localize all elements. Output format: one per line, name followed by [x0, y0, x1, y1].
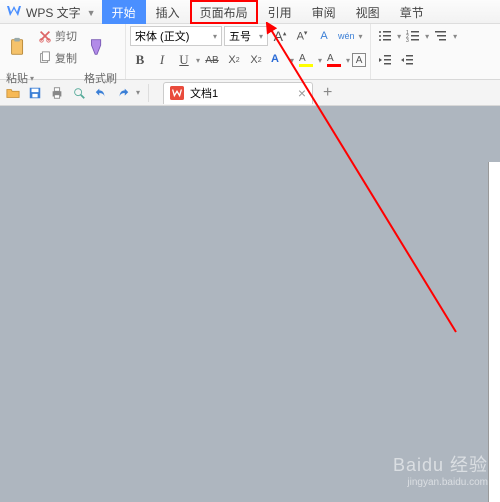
bullets-button[interactable]: [375, 26, 395, 46]
tab-sections[interactable]: 章节: [390, 0, 434, 24]
highlight-color-button[interactable]: A: [296, 50, 316, 70]
open-file-icon[interactable]: [4, 84, 22, 102]
quick-access-toolbar: ▾ 文档1 × +: [0, 80, 500, 106]
char-border-button[interactable]: A: [352, 53, 366, 67]
numbering-button[interactable]: 123: [403, 26, 423, 46]
grow-font-button[interactable]: A▴: [270, 26, 290, 46]
cut-label: 剪切: [55, 28, 77, 44]
wps-doc-icon: [170, 86, 184, 100]
page-edge: [488, 162, 500, 502]
document-tab[interactable]: 文档1 ×: [163, 82, 313, 104]
clear-formatting-button[interactable]: A: [314, 26, 334, 46]
strikethrough-button[interactable]: AB: [202, 50, 222, 70]
decrease-indent-button[interactable]: [375, 50, 395, 70]
phonetic-guide-button[interactable]: wén: [336, 26, 357, 46]
paste-button[interactable]: [4, 29, 32, 65]
format-painter-button[interactable]: [83, 29, 111, 65]
ribbon-group-font: 宋体 (正文)▾ 五号▾ A▴ A▾ A wén ▾ B I U▾ AB X2 …: [126, 24, 371, 79]
print-preview-icon[interactable]: [70, 84, 88, 102]
app-title: WPS 文字: [26, 0, 85, 23]
subscript-button[interactable]: X2: [246, 50, 266, 70]
ribbon-group-clipboard: 剪切 复制 粘贴 ▾ 格式刷: [0, 24, 126, 79]
watermark: Baidu 经验 jingyan.baidu.com: [393, 451, 488, 488]
document-tab-title: 文档1: [190, 85, 218, 101]
print-icon[interactable]: [48, 84, 66, 102]
watermark-url: jingyan.baidu.com: [393, 477, 488, 488]
cut-button[interactable]: 剪切: [36, 26, 79, 46]
save-icon[interactable]: [26, 84, 44, 102]
tab-start[interactable]: 开始: [102, 0, 146, 24]
italic-button[interactable]: I: [152, 50, 172, 70]
tab-references[interactable]: 引用: [258, 0, 302, 24]
text-effects-button[interactable]: A: [268, 50, 288, 70]
watermark-brand: Baidu 经验: [393, 455, 488, 475]
bold-button[interactable]: B: [130, 50, 150, 70]
tab-page-layout[interactable]: 页面布局: [190, 0, 258, 24]
multilevel-list-button[interactable]: [431, 26, 451, 46]
font-size-select[interactable]: 五号▾: [224, 26, 268, 46]
font-color-button[interactable]: A: [324, 50, 344, 70]
undo-icon[interactable]: [92, 84, 110, 102]
title-bar: WPS 文字 ▼ 开始 插入 页面布局 引用 审阅 视图 章节: [0, 0, 500, 24]
menu-tabs: 开始 插入 页面布局 引用 审阅 视图 章节: [102, 0, 434, 24]
redo-icon[interactable]: [114, 84, 132, 102]
close-tab-icon[interactable]: ×: [298, 85, 306, 101]
tab-review[interactable]: 审阅: [302, 0, 346, 24]
ribbon-group-paragraph: ▾ 123▾ ▾: [371, 24, 461, 79]
tab-view[interactable]: 视图: [346, 0, 390, 24]
superscript-button[interactable]: X2: [224, 50, 244, 70]
font-name-value: 宋体 (正文): [135, 28, 189, 44]
underline-button[interactable]: U: [174, 50, 194, 70]
qat-customize-icon[interactable]: ▾: [136, 88, 140, 97]
wps-logo-icon: [6, 4, 22, 20]
font-name-select[interactable]: 宋体 (正文)▾: [130, 26, 222, 46]
copy-button[interactable]: 复制: [36, 48, 79, 68]
increase-indent-button[interactable]: [397, 50, 417, 70]
ribbon: 剪切 复制 粘贴 ▾ 格式刷 宋体 (正文)▾ 五号▾: [0, 24, 500, 80]
copy-label: 复制: [55, 50, 77, 66]
document-canvas[interactable]: [0, 106, 500, 502]
font-size-value: 五号: [229, 28, 251, 44]
tab-insert[interactable]: 插入: [146, 0, 190, 24]
new-tab-button[interactable]: +: [317, 84, 338, 102]
app-menu-dropdown-icon[interactable]: ▼: [85, 0, 102, 23]
shrink-font-button[interactable]: A▾: [292, 26, 312, 46]
svg-text:3: 3: [406, 38, 409, 43]
document-tab-bar: 文档1 × +: [163, 82, 338, 104]
